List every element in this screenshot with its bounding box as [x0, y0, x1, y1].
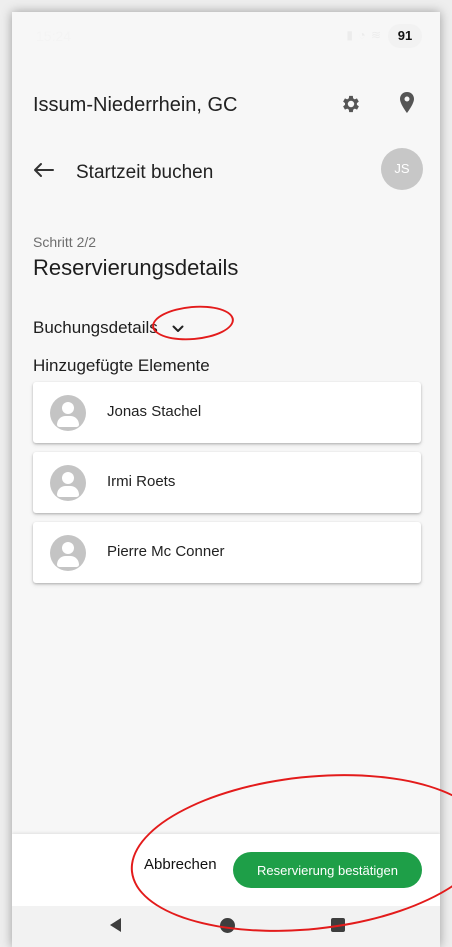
player-list: Jonas Stachel Irmi Roets Pierre Mc Conne… [33, 382, 421, 592]
step-indicator: Schritt 2/2 [33, 234, 97, 250]
screenshot-frame: 15:24 ▮ ◔ ≋ 91 Issum-Niederrhein, GC Sta… [0, 0, 452, 947]
map-pin-icon[interactable] [398, 91, 416, 115]
gear-icon[interactable] [340, 93, 362, 115]
person-icon [50, 465, 86, 501]
section-title: Reservierungsdetails [33, 255, 239, 280]
list-item[interactable]: Jonas Stachel [33, 382, 421, 443]
person-icon [50, 395, 86, 431]
list-item[interactable]: Irmi Roets [33, 452, 421, 513]
app-bar: Issum-Niederrhein, GC [12, 60, 440, 124]
booking-details-label: Buchungsdetails [33, 318, 158, 337]
status-icons: ▮ ◔ ≋ [346, 28, 382, 42]
player-name: Jonas Stachel [107, 403, 202, 420]
battery-indicator: 91 [388, 24, 422, 48]
nav-home-icon[interactable] [220, 918, 235, 933]
nav-back-icon[interactable] [110, 918, 122, 932]
phone-screen: 15:24 ▮ ◔ ≋ 91 Issum-Niederrhein, GC Sta… [12, 12, 440, 947]
added-elements-label: Hinzugefügte Elemente [33, 356, 210, 375]
booking-details-toggle[interactable]: Buchungsdetails [33, 318, 184, 340]
confirm-reservation-button[interactable]: Reservierung bestätigen [233, 852, 422, 888]
status-bar: 15:24 ▮ ◔ ≋ 91 [12, 12, 440, 60]
club-title: Issum-Niederrhein, GC [33, 94, 238, 116]
cancel-button[interactable]: Abbrechen [144, 856, 217, 873]
chevron-down-icon[interactable] [172, 325, 184, 333]
nav-recents-icon[interactable] [331, 918, 345, 932]
player-name: Irmi Roets [107, 473, 176, 490]
person-icon [50, 535, 86, 571]
list-item[interactable]: Pierre Mc Conner [33, 522, 421, 583]
status-time: 15:24 [36, 28, 72, 44]
user-avatar[interactable]: JS [381, 148, 423, 190]
android-nav-bar [12, 906, 440, 947]
back-arrow-icon[interactable] [32, 162, 54, 178]
action-bar: Abbrechen Reservierung bestätigen [12, 834, 440, 906]
player-name: Pierre Mc Conner [107, 543, 225, 560]
page-title: Startzeit buchen [76, 162, 214, 183]
